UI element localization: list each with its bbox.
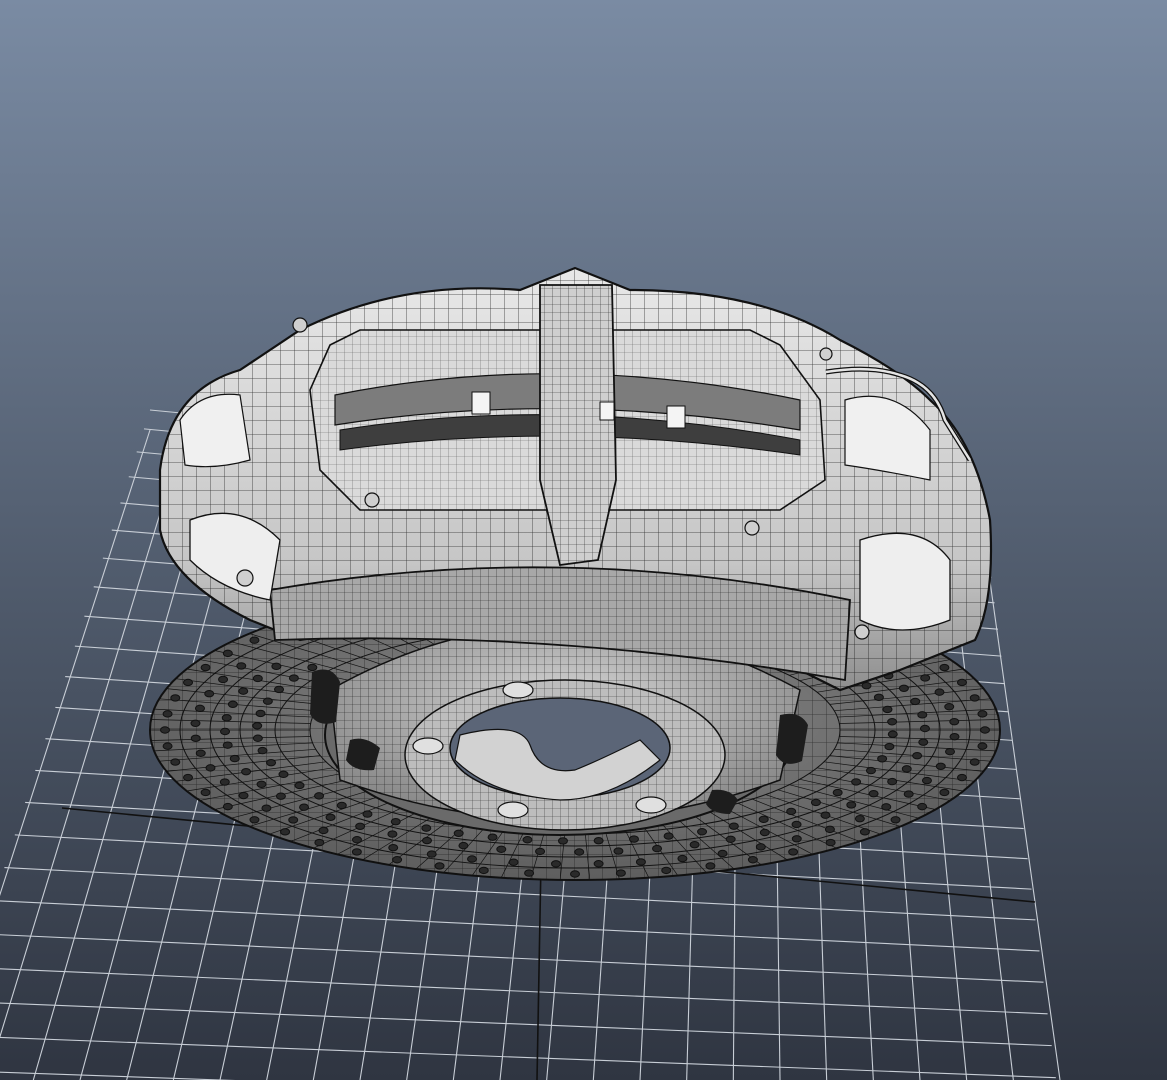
3d-viewport[interactable]	[0, 0, 1167, 1080]
viewport-canvas[interactable]	[0, 0, 1167, 1080]
